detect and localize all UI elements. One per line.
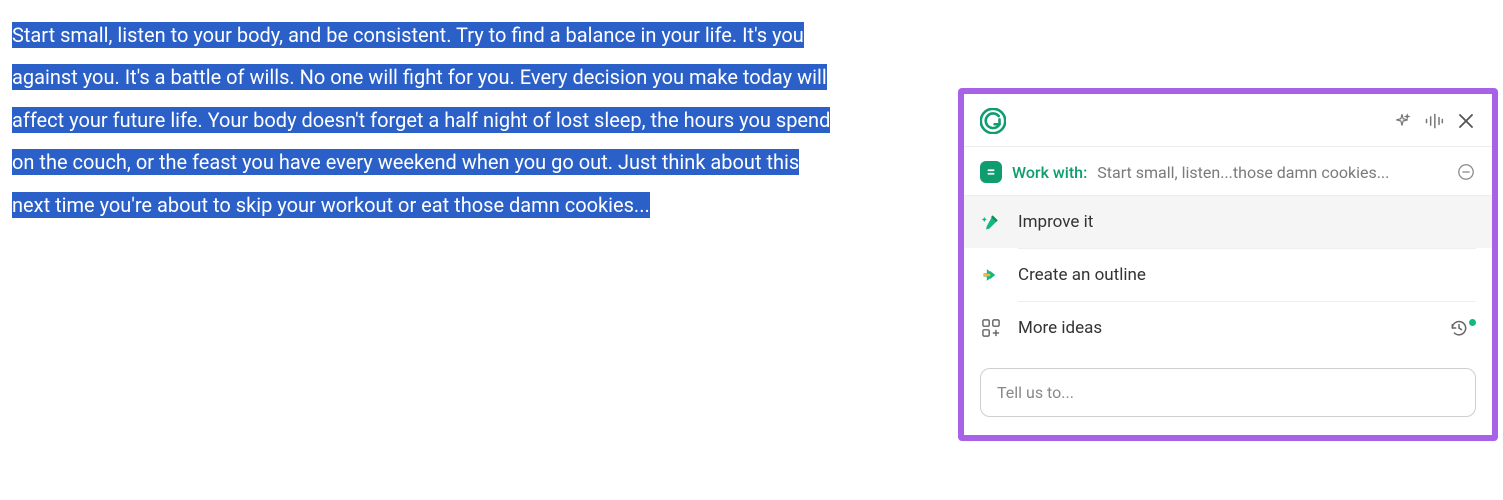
sparkle-icon[interactable] <box>1392 111 1412 131</box>
assistant-panel: Work with: Start small, listen...those d… <box>964 94 1492 435</box>
document-text-area[interactable]: Start small, listen to your body, and be… <box>12 14 832 226</box>
selection-icon <box>980 161 1002 183</box>
grid-plus-icon <box>980 319 1002 337</box>
prompt-input[interactable] <box>980 368 1476 417</box>
option-label: Create an outline <box>1018 265 1476 285</box>
work-with-row[interactable]: Work with: Start small, listen...those d… <box>964 147 1492 196</box>
work-with-text: Start small, listen...those damn cookies… <box>1097 163 1446 182</box>
close-icon[interactable] <box>1456 111 1476 131</box>
work-with-label: Work with: <box>1012 163 1087 182</box>
arrow-right-icon <box>980 265 1002 285</box>
option-label: More ideas <box>1018 318 1433 338</box>
panel-header <box>964 94 1492 147</box>
voice-wave-icon[interactable] <box>1424 111 1444 131</box>
option-more-ideas[interactable]: More ideas <box>964 302 1492 354</box>
grammarly-logo-icon <box>980 108 1006 134</box>
option-label: Improve it <box>1018 212 1476 232</box>
input-row <box>964 354 1492 435</box>
history-icon[interactable] <box>1449 318 1476 338</box>
pencil-sparkle-icon <box>980 212 1002 232</box>
selected-text[interactable]: Start small, listen to your body, and be… <box>12 14 832 226</box>
assistant-panel-highlight: Work with: Start small, listen...those d… <box>958 88 1498 441</box>
option-improve-it[interactable]: Improve it <box>964 196 1492 248</box>
option-create-outline[interactable]: Create an outline <box>964 249 1492 301</box>
collapse-icon[interactable] <box>1456 162 1476 182</box>
